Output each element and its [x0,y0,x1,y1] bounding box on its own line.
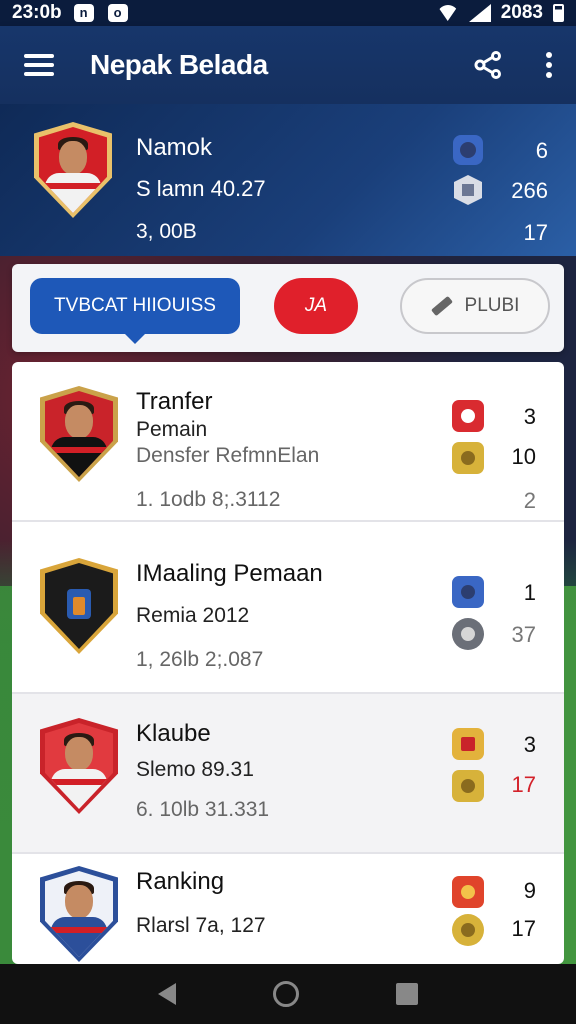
status-time: 23:0b [12,2,62,23]
hamburger-icon[interactable] [24,54,54,76]
player-crest [40,386,118,482]
tab-bar: TVBCAT HIIOUISS JA PLUBI [12,264,564,352]
player-crest [40,866,118,962]
profile-subtitle: S lamn 40.27 [136,176,266,201]
kebab-icon[interactable] [546,52,552,78]
card-stat-2: 10 [511,444,536,469]
system-nav-bar [0,964,576,1024]
shield-icon [453,135,483,165]
profile-header: Namok S lamn 40.27 3, 00B 6 266 17 [0,104,576,256]
card-line3: 1, 26lb 2;.087 [136,648,264,671]
card-line2: Pemain [136,418,208,441]
tab-primary[interactable]: TVBCAT HIIOUISS [30,278,240,344]
card-stat-1: 1 [523,580,536,605]
list-item-ranking[interactable]: Ranking Rlarsl 7a, 127 9 17 [12,842,564,964]
club-badge-icon [452,400,484,432]
card-title: IMaaling Pemaan [136,560,323,587]
app-bar: Nepak Belada [0,26,576,104]
card-title: Klaube [136,720,211,747]
card-stat-2: 17 [511,916,536,941]
share-icon[interactable] [474,51,502,79]
jersey-icon [454,175,482,205]
list-item-klaube[interactable]: Klaube Slemo 89.31 6. 10lb 31.331 3 17 [12,694,564,854]
notification-icon-2: o [107,4,128,22]
profile-stat-3: 17 [523,220,548,245]
status-right-text: 2083 [500,2,543,23]
card-line3: 6. 10lb 31.331 [136,798,270,821]
tab-outline-label: PLUBI [464,295,520,316]
card-line2: Slemo 89.31 [136,758,254,781]
card-stat-1: 3 [523,404,536,429]
recent-apps-icon[interactable] [395,983,418,1005]
app-title: Nepak Belada [90,49,268,80]
profile-amount: 3, 00B [136,220,197,243]
coin-icon [452,442,484,474]
wifi-icon [436,5,459,21]
tab-red[interactable]: JA [274,278,358,334]
profile-stat-1: 6 [535,138,548,163]
signal-icon [468,4,491,22]
profile-stat-2: 266 [511,178,548,203]
ball-icon [452,618,484,650]
coin-icon [452,914,484,946]
club-badge-icon [452,876,484,908]
card-line3: Densfer RefmnElan [136,444,320,467]
card-stat-1: 9 [523,878,536,903]
avatar[interactable] [34,122,112,218]
home-icon[interactable] [272,981,299,1007]
card-line2: Rlarsl 7a, 127 [136,914,266,937]
profile-name: Namok [136,134,213,161]
card-stat-2: 17 [511,772,536,797]
club-badge-icon [452,728,484,760]
coin-icon [452,770,484,802]
list-item-transfer[interactable]: Tranfer Pemain Densfer RefmnElan 1. 1odb… [12,362,564,522]
card-title: Ranking [136,868,225,895]
tab-outline[interactable]: PLUBI [400,278,550,334]
card-line2: Remia 2012 [136,604,250,627]
card-line4: 1. 1odb 8;.3112 [136,488,281,511]
card-stat-2: 37 [511,622,536,647]
card-title: Tranfer [136,388,213,415]
list-item-imaaling[interactable]: IMaaling Pemaan Remia 2012 1, 26lb 2;.08… [12,534,564,694]
card-stat-1: 3 [523,732,536,757]
status-bar: 23:0b n o 2083 [0,0,576,26]
notification-icon: n [73,4,94,22]
player-crest [40,718,118,814]
pencil-icon [430,295,453,317]
card-stat-3: 2 [523,488,536,513]
card-list: Tranfer Pemain Densfer RefmnElan 1. 1odb… [12,362,564,964]
club-crest [40,558,118,654]
club-badge-icon [452,576,484,608]
back-icon[interactable] [158,983,177,1005]
battery-icon [553,4,564,22]
